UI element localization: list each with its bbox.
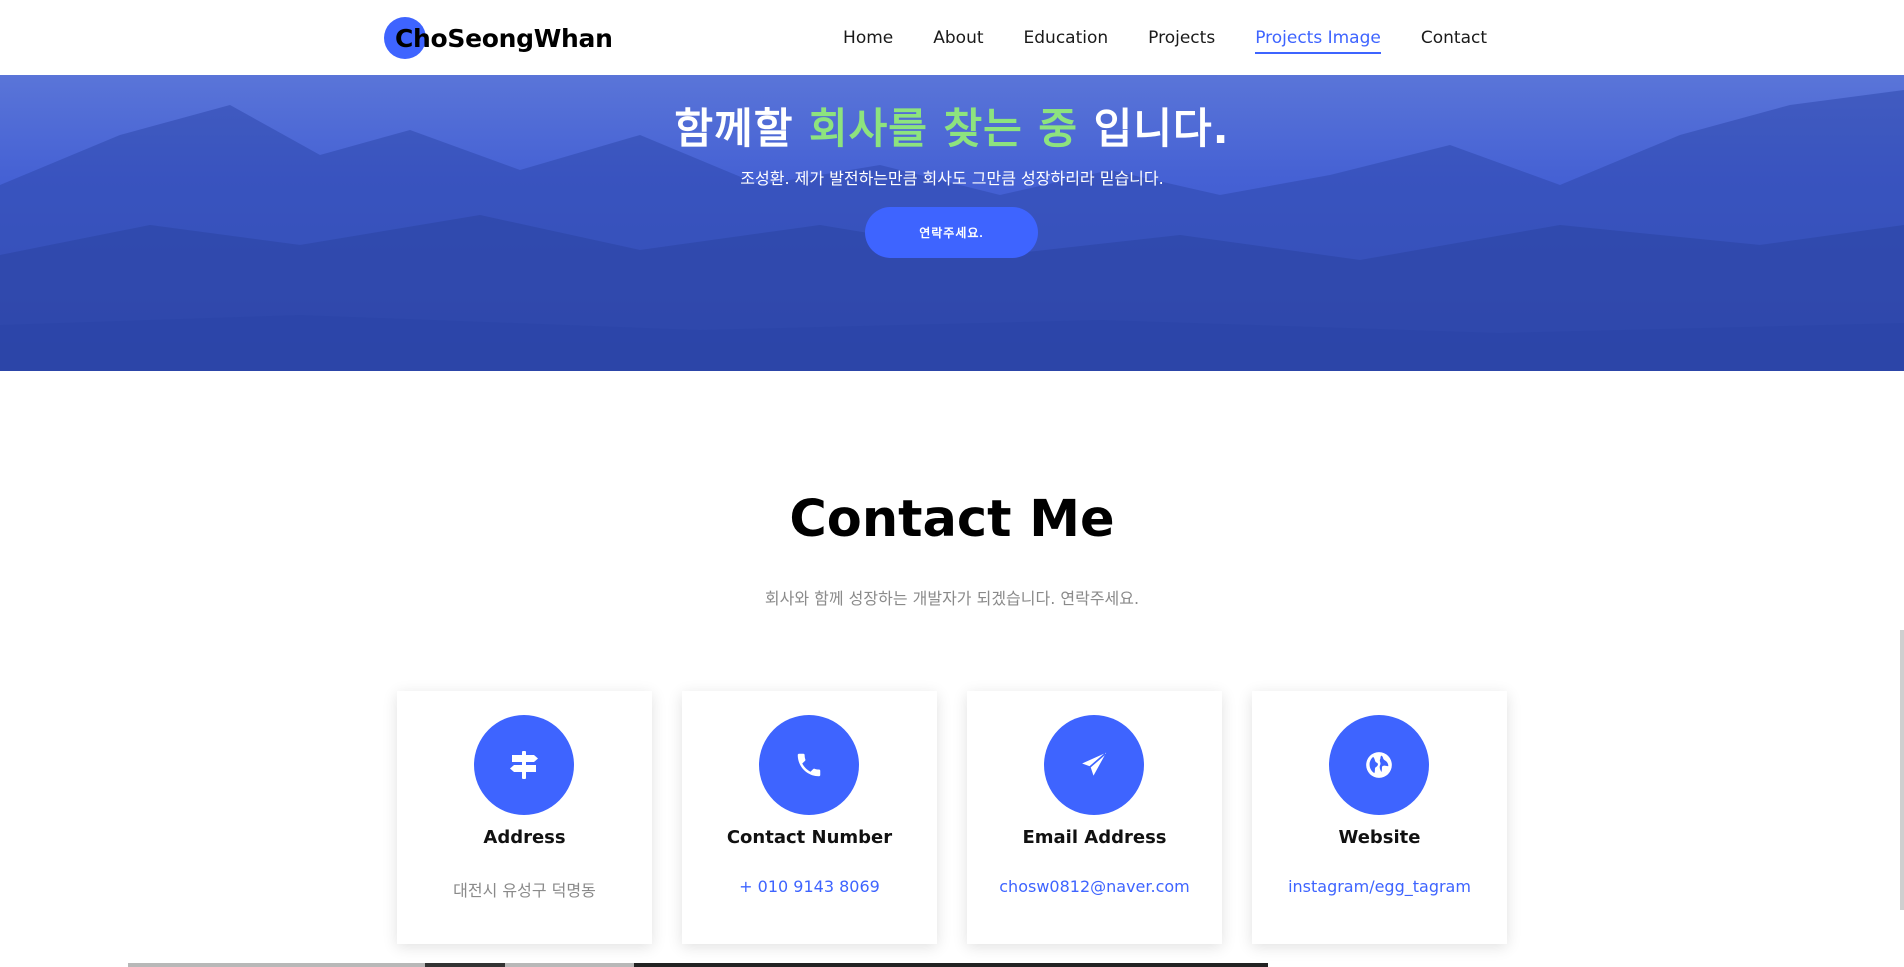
main-nav: Home About Education Projects Projects I… — [843, 0, 1487, 75]
card-title: Address — [483, 827, 566, 848]
nav-item-education[interactable]: Education — [1024, 20, 1109, 56]
brand-name: ChoSeongWhan — [395, 23, 613, 53]
contact-me-button[interactable]: 연락주세요. — [865, 207, 1038, 258]
nav-item-home[interactable]: Home — [843, 20, 893, 56]
contact-section-subtitle: 회사와 함께 성장하는 개발자가 되겠습니다. 연락주세요. — [764, 589, 1140, 608]
hero-title-part2: 입니다. — [1078, 104, 1230, 153]
hero-subtitle: 조성환. 제가 발전하는만큼 회사도 그만큼 성장하리라 믿습니다. — [740, 169, 1164, 188]
contact-card-email: Email Address chosw0812@naver.com — [967, 691, 1222, 944]
globe-icon — [1329, 715, 1429, 815]
top-navbar: ChoSeongWhan Home About Education Projec… — [0, 0, 1904, 75]
contact-card-website: Website instagram/egg_tagram — [1252, 691, 1507, 944]
hero-banner: 함께할 회사를 찾는 중 입니다. 조성환. 제가 발전하는만큼 회사도 그만큼… — [0, 75, 1904, 371]
hero-title-part1: 함께할 — [674, 104, 809, 153]
website-link[interactable]: instagram/egg_tagram — [1252, 877, 1507, 896]
image-strip-edge — [128, 963, 1268, 967]
brand-logo[interactable]: ChoSeongWhan — [384, 17, 613, 59]
nav-item-projects-image[interactable]: Projects Image — [1255, 20, 1381, 56]
card-title: Website — [1338, 827, 1421, 848]
image-strip-segment — [634, 963, 1268, 967]
nav-item-about[interactable]: About — [933, 20, 983, 56]
card-title: Email Address — [1022, 827, 1167, 848]
hero-title: 함께할 회사를 찾는 중 입니다. — [0, 95, 1904, 156]
nav-item-contact[interactable]: Contact — [1421, 20, 1487, 56]
image-strip-segment — [425, 963, 505, 967]
page-edge-strip — [1900, 630, 1904, 910]
nav-item-projects[interactable]: Projects — [1148, 20, 1215, 56]
card-title: Contact Number — [726, 827, 893, 848]
email-link[interactable]: chosw0812@naver.com — [967, 877, 1222, 896]
signpost-icon — [474, 715, 574, 815]
contact-card-phone: Contact Number + 010 9143 8069 — [682, 691, 937, 944]
hero-title-highlight: 회사를 찾는 중 — [808, 104, 1079, 153]
phone-link[interactable]: + 010 9143 8069 — [682, 877, 937, 896]
contact-cards: Address 대전시 유성구 덕명동 Contact Number + 010… — [397, 691, 1507, 944]
contact-section-title: Contact Me — [789, 490, 1115, 549]
phone-icon — [759, 715, 859, 815]
address-value: 대전시 유성구 덕명동 — [453, 881, 596, 900]
contact-card-address: Address 대전시 유성구 덕명동 — [397, 691, 652, 944]
paper-plane-icon — [1044, 715, 1144, 815]
